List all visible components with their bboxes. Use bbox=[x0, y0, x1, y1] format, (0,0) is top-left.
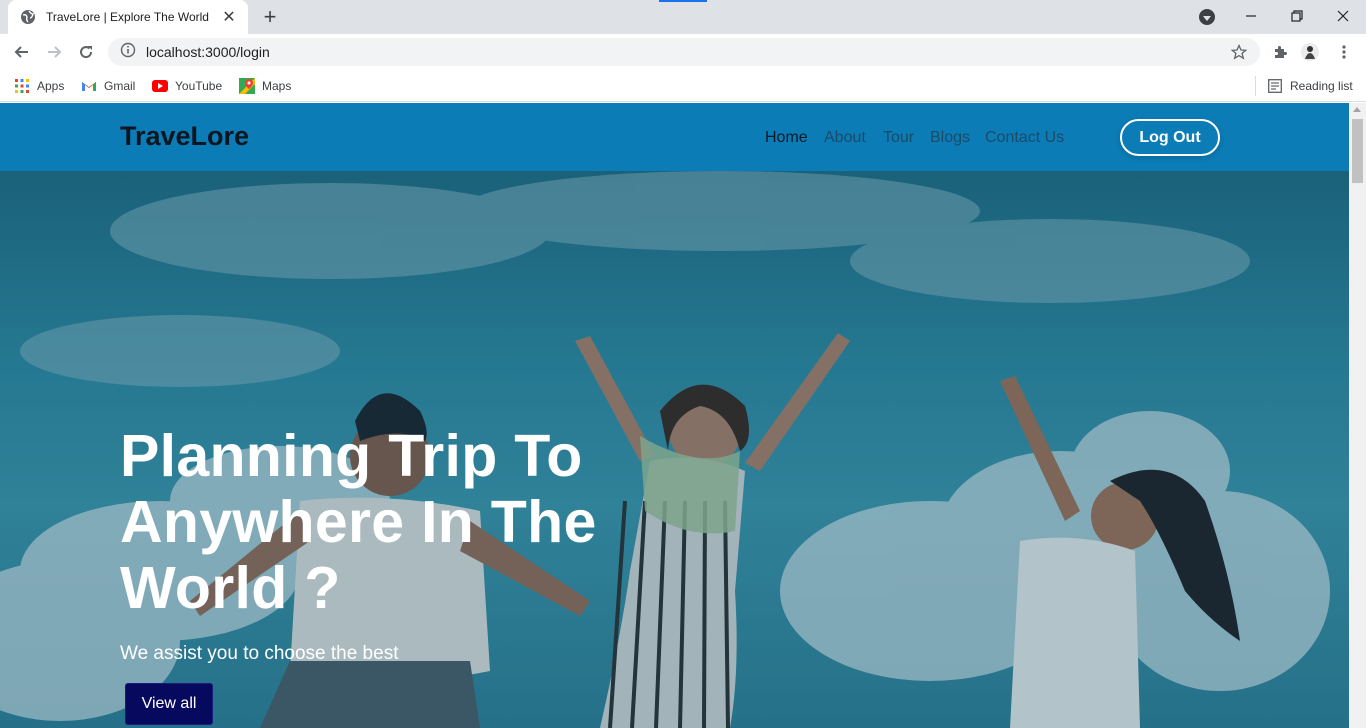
globe-icon bbox=[20, 9, 36, 25]
back-icon[interactable] bbox=[8, 38, 36, 66]
hero-section: Planning Trip To Anywhere In The World ?… bbox=[0, 171, 1349, 728]
tab-close-icon[interactable]: ✕ bbox=[220, 8, 238, 26]
browser-toolbar: localhost:3000/login bbox=[0, 34, 1366, 70]
reading-list-icon bbox=[1267, 78, 1283, 94]
bookmark-label: Apps bbox=[37, 79, 65, 93]
tab-search-icon[interactable] bbox=[1199, 9, 1215, 25]
site-navbar: TraveLore Home About Tour Blogs Contact … bbox=[0, 103, 1349, 171]
bookmark-maps[interactable]: Maps bbox=[239, 76, 291, 96]
reload-icon[interactable] bbox=[72, 38, 100, 66]
scroll-up-arrow-icon[interactable] bbox=[1353, 107, 1361, 112]
restore-icon[interactable] bbox=[1274, 0, 1320, 32]
page-scrollbar[interactable] bbox=[1349, 103, 1366, 728]
hero-title: Planning Trip To Anywhere In The World ? bbox=[120, 423, 597, 621]
forward-icon[interactable] bbox=[40, 38, 68, 66]
tab-title: TraveLore | Explore The World bbox=[46, 10, 209, 24]
tab-loading-indicator bbox=[659, 0, 707, 2]
extensions-icon[interactable] bbox=[1268, 39, 1292, 65]
bookmarks-divider bbox=[1255, 76, 1256, 96]
address-bar[interactable]: localhost:3000/login bbox=[108, 38, 1260, 66]
maps-icon bbox=[239, 78, 255, 94]
logout-button[interactable]: Log Out bbox=[1120, 119, 1220, 156]
bookmark-label: Maps bbox=[262, 79, 292, 93]
youtube-icon bbox=[152, 78, 168, 94]
apps-grid-icon bbox=[14, 78, 30, 94]
bookmark-label: Gmail bbox=[104, 79, 136, 93]
bookmark-youtube[interactable]: YouTube bbox=[152, 76, 222, 96]
nav-link-about[interactable]: About bbox=[824, 129, 866, 147]
browser-tab[interactable]: TraveLore | Explore The World ✕ bbox=[8, 0, 248, 34]
view-all-button[interactable]: View all bbox=[125, 683, 213, 725]
page-viewport: TraveLore Home About Tour Blogs Contact … bbox=[0, 103, 1349, 728]
hero-subtitle: We assist you to choose the best bbox=[120, 643, 399, 664]
bookmarks-bar: Apps Gmail YouTube Maps Reading list bbox=[0, 70, 1366, 102]
nav-link-home[interactable]: Home bbox=[765, 129, 808, 147]
reading-list-button[interactable]: Reading list bbox=[1267, 76, 1353, 96]
scrollbar-thumb[interactable] bbox=[1352, 119, 1363, 183]
site-info-icon[interactable] bbox=[120, 42, 136, 63]
bookmark-apps[interactable]: Apps bbox=[14, 76, 64, 96]
new-tab-button[interactable]: + bbox=[258, 6, 282, 28]
reading-list-label: Reading list bbox=[1290, 79, 1353, 93]
minimize-icon[interactable] bbox=[1228, 0, 1274, 32]
bookmark-star-icon[interactable] bbox=[1230, 43, 1248, 61]
close-icon[interactable] bbox=[1320, 0, 1366, 32]
browser-menu-icon[interactable] bbox=[1332, 39, 1356, 65]
bookmark-label: YouTube bbox=[175, 79, 223, 93]
gmail-icon bbox=[81, 78, 97, 94]
nav-link-contact[interactable]: Contact Us bbox=[985, 129, 1064, 147]
nav-link-blogs[interactable]: Blogs bbox=[930, 129, 970, 147]
tab-strip: TraveLore | Explore The World ✕ + bbox=[0, 0, 1366, 34]
profile-avatar-icon[interactable] bbox=[1298, 39, 1322, 65]
bookmark-gmail[interactable]: Gmail bbox=[81, 76, 135, 96]
site-logo[interactable]: TraveLore bbox=[120, 121, 249, 152]
nav-link-tour[interactable]: Tour bbox=[883, 129, 914, 147]
url-text: localhost:3000/login bbox=[146, 44, 270, 60]
